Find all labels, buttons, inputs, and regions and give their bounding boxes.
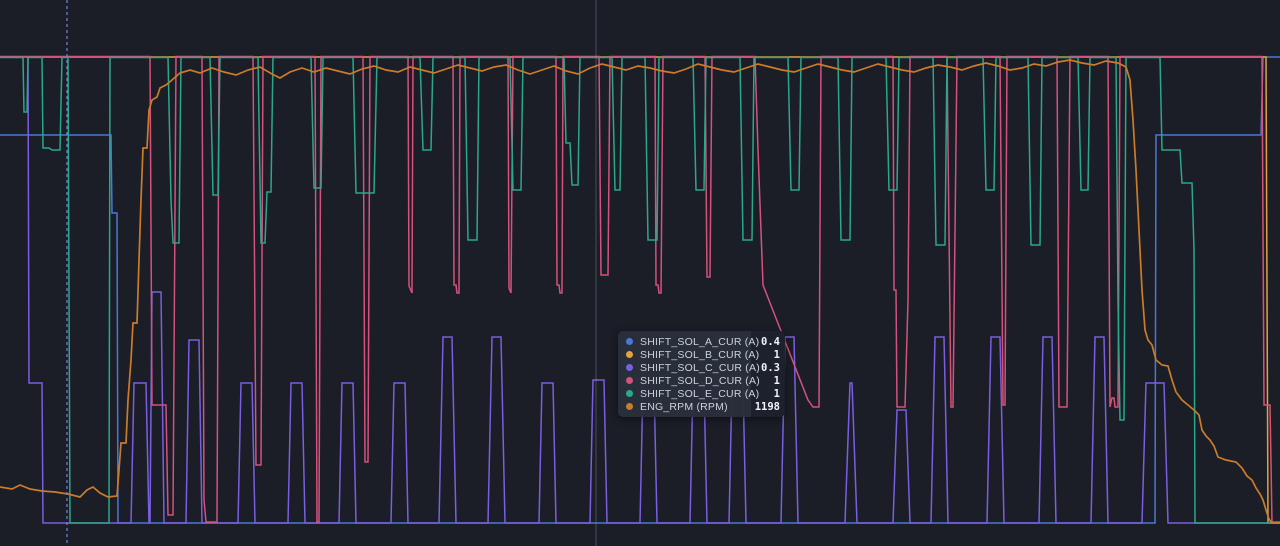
series-value: 1 [759, 388, 785, 400]
tooltip: SHIFT_SOL_A_CUR (A) 0.4 SHIFT_SOL_B_CUR … [618, 331, 785, 417]
series-label: SHIFT_SOL_C_CUR (A) [640, 362, 760, 374]
series-label: SHIFT_SOL_B_CUR (A) [640, 349, 759, 361]
series-color-dot-icon [626, 403, 633, 410]
series-value: 0.4 [759, 336, 785, 348]
series-line-shift_sol_b_cur [0, 57, 1280, 523]
chart-canvas[interactable] [0, 0, 1280, 546]
series-line-shift_sol_e_cur [0, 58, 1280, 524]
series-value: 0.3 [760, 362, 785, 374]
series-color-dot-icon [626, 390, 633, 397]
series-color-dot-icon [626, 351, 633, 358]
series-color-dot-icon [626, 377, 633, 384]
tooltip-row: ENG_RPM (RPM) 1198 [618, 400, 785, 413]
series-label: SHIFT_SOL_D_CUR (A) [640, 375, 760, 387]
series-value: 1 [759, 349, 785, 361]
series-label: SHIFT_SOL_A_CUR (A) [640, 336, 759, 348]
tooltip-row: SHIFT_SOL_E_CUR (A) 1 [618, 387, 785, 400]
series-line-shift_sol_c_cur [0, 57, 1280, 523]
chart-stage: SHIFT_SOL_A_CUR (A) 0.4 SHIFT_SOL_B_CUR … [0, 0, 1280, 546]
series-label: ENG_RPM (RPM) [640, 401, 751, 413]
series-label: SHIFT_SOL_E_CUR (A) [640, 388, 759, 400]
tooltip-rows: SHIFT_SOL_A_CUR (A) 0.4 SHIFT_SOL_B_CUR … [618, 331, 785, 417]
tooltip-row: SHIFT_SOL_D_CUR (A) 1 [618, 374, 785, 387]
series-value: 1 [760, 375, 785, 387]
tooltip-row: SHIFT_SOL_B_CUR (A) 1 [618, 348, 785, 361]
tooltip-row: SHIFT_SOL_A_CUR (A) 0.4 [618, 335, 785, 348]
series-value: 1198 [751, 401, 785, 413]
series-color-dot-icon [626, 338, 633, 345]
series-line-eng_rpm [0, 60, 1280, 523]
series-line-shift_sol_a_cur [0, 57, 1280, 523]
series-color-dot-icon [626, 364, 633, 371]
tooltip-row: SHIFT_SOL_C_CUR (A) 0.3 [618, 361, 785, 374]
series-line-shift_sol_d_cur [0, 57, 1280, 523]
